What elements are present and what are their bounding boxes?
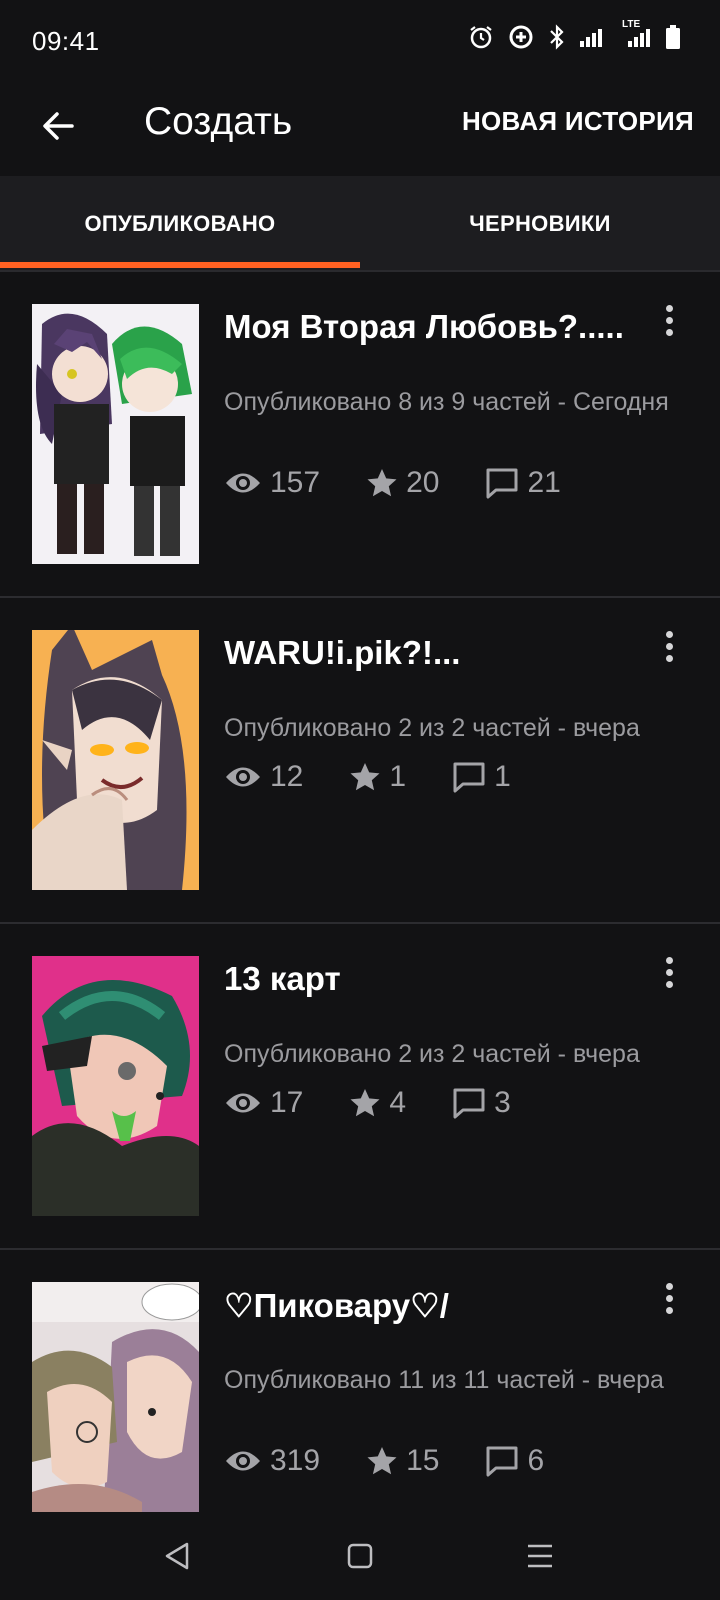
lte-label: LTE <box>622 19 641 30</box>
comment-icon <box>486 468 518 499</box>
story-menu-button[interactable] <box>654 626 684 666</box>
votes-count: 20 <box>406 466 440 499</box>
views-count: 17 <box>270 1086 304 1119</box>
story-item[interactable]: ♡Пиковару♡/ Опубликовано 11 из 11 частей… <box>0 1250 720 1512</box>
story-menu-button[interactable] <box>654 952 684 992</box>
back-button[interactable] <box>30 98 86 154</box>
comment-icon <box>486 1446 518 1477</box>
tab-bar: ОПУБЛИКОВАНО ЧЕРНОВИКИ <box>0 176 720 272</box>
comment-icon <box>453 762 485 793</box>
story-menu-button[interactable] <box>654 300 684 340</box>
comments-stat: 21 <box>485 466 561 500</box>
story-item[interactable]: WARU!i.pik?!... Опубликовано 2 из 2 част… <box>0 598 720 924</box>
views-stat: 157 <box>224 466 320 500</box>
story-item[interactable]: Моя Вторая Любовь?..... Опубликовано 8 и… <box>0 272 720 598</box>
comments-stat: 1 <box>452 760 511 794</box>
status-bar: 09:41 LTE <box>0 0 720 80</box>
lte-signal-icon: LTE <box>622 19 652 47</box>
comments-count: 21 <box>527 466 561 499</box>
tab-drafts[interactable]: ЧЕРНОВИКИ <box>360 176 720 272</box>
eye-icon <box>226 767 260 787</box>
views-count: 12 <box>270 760 304 793</box>
new-story-button[interactable]: НОВАЯ ИСТОРИЯ <box>462 106 694 137</box>
views-count: 157 <box>270 466 321 499</box>
back-triangle-icon <box>165 1542 189 1570</box>
story-stats: 157 20 21 <box>224 466 607 500</box>
comments-stat: 3 <box>452 1086 511 1120</box>
views-count: 319 <box>270 1444 321 1477</box>
story-title[interactable]: Моя Вторая Любовь?..... <box>224 308 644 346</box>
system-nav-bar <box>0 1512 720 1600</box>
comments-stat: 6 <box>485 1444 544 1478</box>
signal-icon <box>580 27 608 47</box>
votes-stat: 1 <box>349 760 406 794</box>
views-stat: 319 <box>224 1444 320 1478</box>
data-saver-icon <box>508 24 534 50</box>
battery-icon <box>666 25 680 49</box>
views-stat: 17 <box>224 1086 303 1120</box>
home-square-icon <box>347 1543 373 1569</box>
story-title[interactable]: WARU!i.pik?!... <box>224 634 644 672</box>
comments-count: 1 <box>494 760 511 793</box>
status-icons: LTE <box>468 19 680 50</box>
comments-count: 6 <box>527 1444 545 1477</box>
bluetooth-icon <box>548 24 566 50</box>
votes-stat: 20 <box>366 466 439 500</box>
nav-back-button[interactable] <box>155 1534 199 1578</box>
story-list: Моя Вторая Любовь?..... Опубликовано 8 и… <box>0 272 720 1512</box>
story-stats: 319 15 6 <box>224 1444 590 1478</box>
comment-icon <box>453 1088 485 1119</box>
votes-count: 15 <box>406 1444 440 1477</box>
story-stats: 12 1 1 <box>224 760 557 794</box>
story-cover-image[interactable] <box>32 1282 199 1512</box>
story-publish-status: Опубликовано 11 из 11 частей - вчера <box>224 1366 664 1394</box>
votes-count: 4 <box>389 1086 407 1119</box>
story-title[interactable]: ♡Пиковару♡/ <box>224 1286 644 1325</box>
nav-recents-button[interactable] <box>518 1534 562 1578</box>
nav-home-button[interactable] <box>338 1534 382 1578</box>
eye-icon <box>226 473 260 493</box>
votes-count: 1 <box>389 760 407 793</box>
arrow-back-icon <box>43 112 74 140</box>
star-icon <box>367 1447 397 1475</box>
page-title: Создать <box>144 100 293 143</box>
story-publish-status: Опубликовано 8 из 9 частей - Сегодня <box>224 388 669 416</box>
tab-indicator <box>0 262 360 268</box>
star-icon <box>350 1089 380 1117</box>
tab-published[interactable]: ОПУБЛИКОВАНО <box>0 176 360 272</box>
story-cover-image[interactable] <box>32 304 199 564</box>
eye-icon <box>226 1451 260 1471</box>
story-publish-status: Опубликовано 2 из 2 частей - вчера <box>224 714 640 742</box>
story-title[interactable]: 13 карт <box>224 960 644 998</box>
status-time: 09:41 <box>32 26 100 56</box>
views-stat: 12 <box>224 760 303 794</box>
story-publish-status: Опубликовано 2 из 2 частей - вчера <box>224 1040 640 1068</box>
story-stats: 17 4 3 <box>224 1086 557 1120</box>
recents-menu-icon <box>528 1544 552 1568</box>
app-bar: Создать НОВАЯ ИСТОРИЯ <box>0 80 720 176</box>
story-cover-image[interactable] <box>32 956 199 1216</box>
alarm-icon <box>468 24 494 50</box>
votes-stat: 4 <box>349 1086 406 1120</box>
star-icon <box>350 763 380 791</box>
votes-stat: 15 <box>366 1444 439 1478</box>
story-menu-button[interactable] <box>654 1278 684 1318</box>
star-icon <box>367 469 397 497</box>
story-item[interactable]: 13 карт Опубликовано 2 из 2 частей - вче… <box>0 924 720 1250</box>
comments-count: 3 <box>494 1086 511 1119</box>
eye-icon <box>226 1093 260 1113</box>
story-cover-image[interactable] <box>32 630 199 890</box>
